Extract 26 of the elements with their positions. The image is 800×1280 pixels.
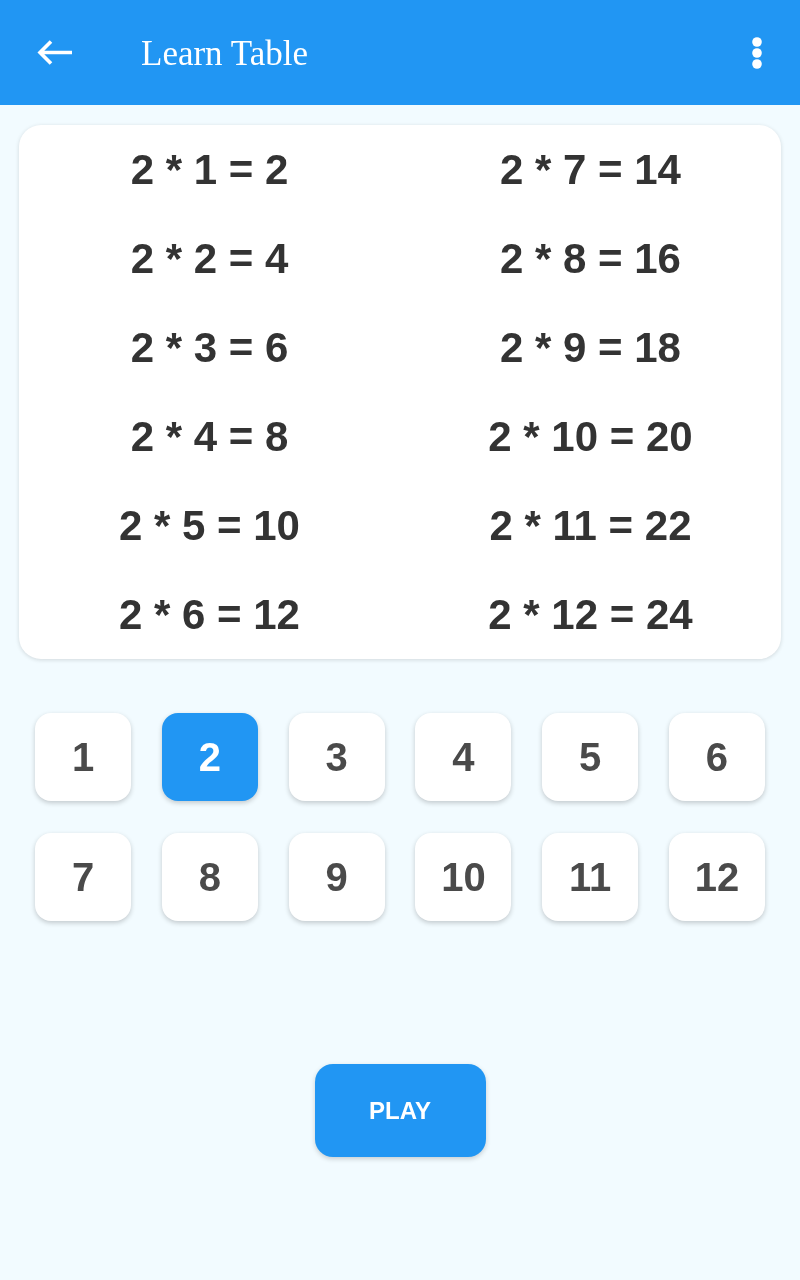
number-button[interactable]: 4 xyxy=(415,713,512,801)
screen-title: Learn Table xyxy=(141,32,309,75)
number-button[interactable]: 10 xyxy=(415,833,512,921)
multiplication-fact: 2 * 10 = 20 xyxy=(488,412,693,462)
number-button[interactable]: 1 xyxy=(35,713,131,801)
multiplication-fact: 2 * 6 = 12 xyxy=(119,590,300,640)
multiplication-fact: 2 * 2 = 4 xyxy=(130,234,289,284)
number-button[interactable]: 11 xyxy=(542,833,639,921)
number-button[interactable]: 5 xyxy=(542,713,639,801)
multiplication-fact: 2 * 7 = 14 xyxy=(500,145,681,195)
more-options-icon[interactable] xyxy=(752,36,762,69)
back-arrow-icon[interactable] xyxy=(37,40,73,65)
multiplication-fact: 2 * 9 = 18 xyxy=(500,323,681,373)
number-button[interactable]: 8 xyxy=(161,833,258,921)
number-button[interactable]: 9 xyxy=(288,833,385,921)
number-button[interactable]: 6 xyxy=(669,713,765,801)
number-button[interactable]: 7 xyxy=(35,833,131,921)
number-button[interactable]: 12 xyxy=(669,833,765,921)
multiplication-fact: 2 * 3 = 6 xyxy=(130,323,289,373)
multiplication-fact: 2 * 5 = 10 xyxy=(119,501,300,551)
multiplication-fact: 2 * 4 = 8 xyxy=(130,412,289,462)
multiplication-fact: 2 * 11 = 22 xyxy=(489,501,692,551)
multiplication-fact: 2 * 1 = 2 xyxy=(130,145,289,195)
multiplication-fact: 2 * 8 = 16 xyxy=(500,234,681,284)
number-button[interactable]: 3 xyxy=(288,713,385,801)
multiplication-fact: 2 * 12 = 24 xyxy=(488,590,693,640)
